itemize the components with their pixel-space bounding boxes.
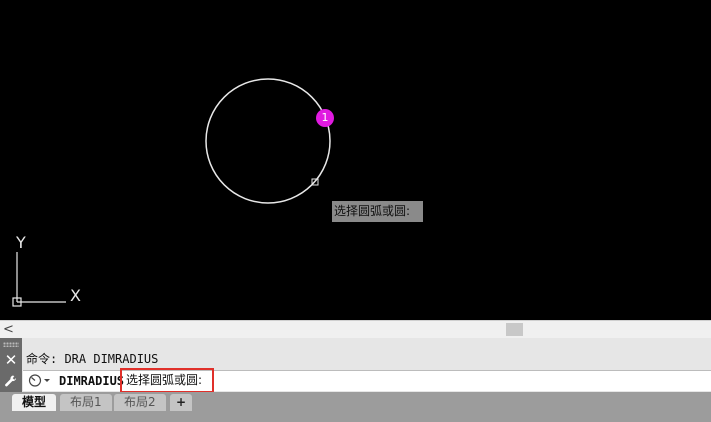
ucs-x-label: X (70, 286, 81, 305)
drawing-svg[interactable] (0, 0, 711, 320)
scrollbar-thumb[interactable] (506, 323, 523, 336)
tab-layout2[interactable]: 布局2 (114, 394, 166, 411)
tab-model[interactable]: 模型 (12, 394, 57, 411)
ucs-icon (12, 252, 66, 307)
cursor-tooltip: 选择圆弧或圆: (332, 201, 423, 222)
current-command-name: DIMRADIUS (59, 374, 125, 388)
command-history-line: 命令: DRA DIMRADIUS (26, 352, 159, 366)
add-tab-button[interactable]: + (170, 394, 193, 411)
command-line-panel: ✕ 命令: DRA DIMRADIUS DIMRADIUS 选择圆弧或圆: (0, 338, 711, 393)
grip-icon[interactable] (3, 342, 19, 347)
command-prompt[interactable]: 选择圆弧或圆: (120, 368, 214, 393)
scroll-left-arrow-icon[interactable]: < (3, 321, 14, 338)
close-icon[interactable]: ✕ (0, 351, 22, 369)
layout-tabs-bar: 模型 布局1 布局2 + (0, 392, 711, 422)
command-recent-icon[interactable] (28, 373, 54, 390)
marker-badge: 1 (316, 109, 334, 127)
tab-layout1[interactable]: 布局1 (60, 394, 112, 411)
customize-wrench-icon[interactable] (0, 372, 22, 390)
command-input-line[interactable]: DIMRADIUS 选择圆弧或圆: (23, 368, 711, 393)
circle-entity[interactable] (205, 78, 331, 204)
ucs-y-label: Y (16, 233, 26, 252)
drawing-canvas[interactable]: 1 选择圆弧或圆: Y X (0, 0, 711, 320)
command-toolbar: ✕ (0, 338, 22, 392)
horizontal-scrollbar[interactable]: < (0, 320, 711, 338)
